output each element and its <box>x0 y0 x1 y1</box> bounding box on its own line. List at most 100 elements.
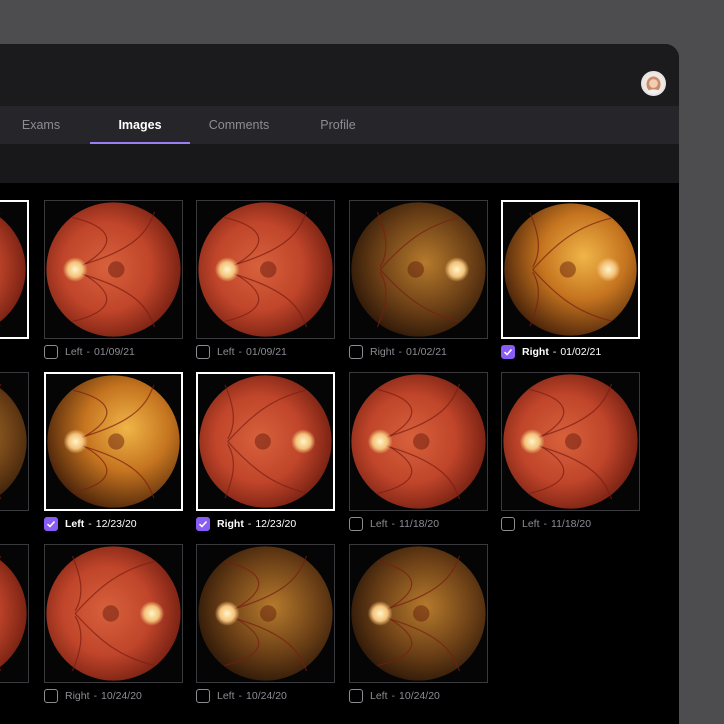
image-date: 10/24/20 <box>399 690 440 702</box>
retina-photo <box>350 373 487 510</box>
retina-photo <box>350 201 487 338</box>
image-thumbnail-card[interactable]: Left -11/18/20 <box>501 372 640 531</box>
eye-side-label: Left <box>217 346 235 358</box>
eye-side-label: Left <box>370 690 388 702</box>
caption-separator: - <box>552 346 557 358</box>
image-thumbnail-card[interactable]: Right -01/02/21 <box>349 200 488 359</box>
retina-photo <box>45 201 182 338</box>
select-checkbox[interactable] <box>349 517 363 531</box>
image-caption: Left -12/23/20 <box>44 516 204 532</box>
image-date: 12/23/20 <box>255 518 297 530</box>
retina-photo <box>0 545 28 682</box>
select-checkbox[interactable] <box>196 345 210 359</box>
image-thumbnail-card[interactable]: Left -10/24/20 <box>196 544 335 703</box>
caption-text: Left -11/18/20 <box>370 516 439 532</box>
image-date: 01/09/21 <box>94 346 135 358</box>
image-thumbnail-card[interactable] <box>0 544 29 683</box>
image-caption: Right -01/02/21 <box>501 344 661 360</box>
eye-side-label: Right <box>522 346 549 358</box>
fundus-image[interactable] <box>44 372 183 511</box>
image-date: 01/02/21 <box>560 346 602 358</box>
image-caption: Right -10/24/20 <box>44 688 204 704</box>
eye-side-label: Right <box>370 346 395 358</box>
fundus-image[interactable] <box>349 200 488 339</box>
image-caption <box>0 344 50 360</box>
image-thumbnail-card[interactable] <box>0 200 29 339</box>
image-caption: Left -01/09/21 <box>44 344 204 360</box>
caption-text: Left -10/24/20 <box>217 688 287 704</box>
caption-text: Right -10/24/20 <box>65 688 142 704</box>
fundus-image[interactable] <box>0 544 29 683</box>
caption-separator: - <box>86 346 91 358</box>
fundus-image[interactable] <box>501 372 640 511</box>
retina-photo <box>197 545 334 682</box>
caption-separator: - <box>391 690 396 702</box>
select-checkbox[interactable] <box>501 517 515 531</box>
image-thumbnail-card[interactable]: Right -12/23/20 <box>196 372 335 531</box>
fundus-image[interactable] <box>44 544 183 683</box>
retina-photo <box>502 373 639 510</box>
select-checkbox[interactable] <box>44 345 58 359</box>
image-thumbnail-card[interactable]: Left -10/24/20 <box>349 544 488 703</box>
image-caption <box>0 516 50 532</box>
check-icon <box>198 520 208 528</box>
image-date: 10/24/20 <box>101 690 142 702</box>
fundus-image[interactable] <box>349 372 488 511</box>
caption-separator: - <box>391 518 396 530</box>
eye-side-label: Left <box>65 346 83 358</box>
eye-side-label: Right <box>217 518 244 530</box>
caption-text: Left -10/24/20 <box>370 688 440 704</box>
select-checkbox[interactable] <box>196 517 210 531</box>
image-date: 01/09/21 <box>246 346 287 358</box>
retina-photo <box>46 374 181 509</box>
select-checkbox[interactable] <box>349 345 363 359</box>
fundus-image[interactable] <box>196 372 335 511</box>
caption-separator: - <box>238 346 243 358</box>
select-checkbox[interactable] <box>44 689 58 703</box>
select-checkbox[interactable] <box>349 689 363 703</box>
image-thumbnail-card[interactable]: Right -01/02/21 <box>501 200 640 359</box>
image-thumbnail-card[interactable]: Left -01/09/21 <box>196 200 335 359</box>
image-date: 11/18/20 <box>399 518 440 530</box>
caption-text: Left -01/09/21 <box>65 344 135 360</box>
image-thumbnail-card[interactable]: Left -01/09/21 <box>44 200 183 359</box>
check-icon <box>503 348 513 356</box>
image-thumbnail-card[interactable]: Right -10/24/20 <box>44 544 183 703</box>
eye-side-label: Left <box>522 518 540 530</box>
image-thumbnail-card[interactable]: Left -11/18/20 <box>349 372 488 531</box>
fundus-image[interactable] <box>44 200 183 339</box>
eye-side-label: Left <box>370 518 388 530</box>
image-thumbnail-card[interactable] <box>0 372 29 511</box>
caption-text: Left -01/09/21 <box>217 344 287 360</box>
retina-photo <box>0 202 27 337</box>
select-checkbox[interactable] <box>44 517 58 531</box>
caption-separator: - <box>398 346 403 358</box>
image-thumbnail-card[interactable]: Left -12/23/20 <box>44 372 183 531</box>
caption-separator: - <box>238 690 243 702</box>
fundus-image[interactable] <box>196 200 335 339</box>
fundus-image[interactable] <box>196 544 335 683</box>
eye-side-label: Left <box>65 518 85 530</box>
image-caption: Left -11/18/20 <box>501 516 661 532</box>
retina-photo <box>198 374 333 509</box>
fundus-image[interactable] <box>0 200 29 339</box>
image-caption: Left -10/24/20 <box>349 688 509 704</box>
select-checkbox[interactable] <box>196 689 210 703</box>
retina-photo <box>0 373 28 510</box>
image-caption <box>0 688 50 704</box>
fundus-image[interactable] <box>0 372 29 511</box>
caption-separator: - <box>88 518 92 530</box>
retina-photo <box>503 202 638 337</box>
image-caption: Left -01/09/21 <box>196 344 356 360</box>
app-window: Exams Images Comments Profile Left -01/09… <box>0 44 679 724</box>
select-checkbox[interactable] <box>501 345 515 359</box>
image-date: 10/24/20 <box>246 690 287 702</box>
image-caption: Left -10/24/20 <box>196 688 356 704</box>
caption-separator: - <box>93 690 98 702</box>
caption-separator: - <box>543 518 548 530</box>
fundus-image[interactable] <box>501 200 640 339</box>
fundus-image[interactable] <box>349 544 488 683</box>
image-caption: Right -12/23/20 <box>196 516 356 532</box>
check-icon <box>46 520 56 528</box>
caption-separator: - <box>247 518 252 530</box>
